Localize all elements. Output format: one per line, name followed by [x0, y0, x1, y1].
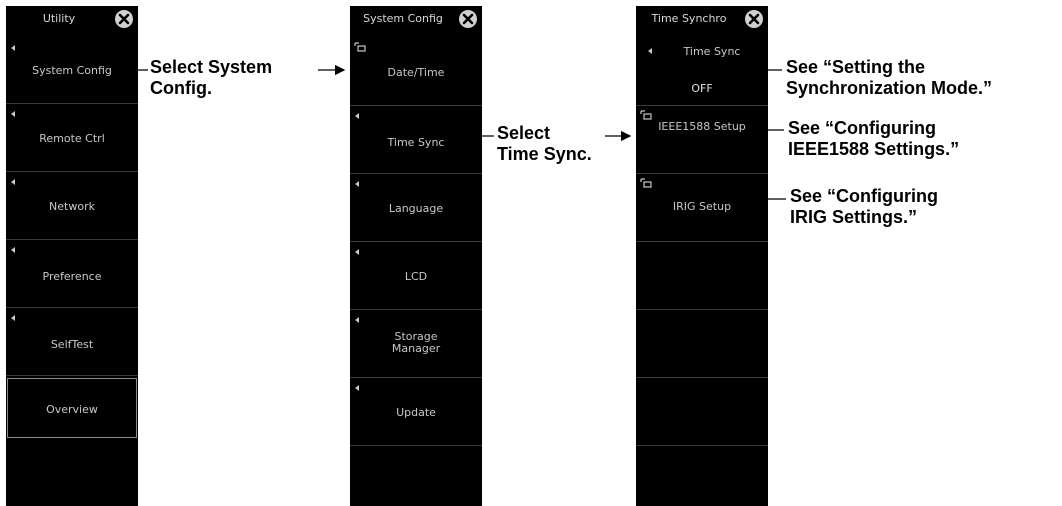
left-arrow-icon [11, 179, 15, 185]
menu-item-label: IRIG Setup [672, 200, 732, 213]
menu-item-update[interactable]: Update [350, 378, 482, 446]
callout-line: See “Setting the [786, 57, 926, 77]
menu-item-label: Network [49, 200, 95, 213]
system-config-panel: System Config Date/Time Time Sync Langua… [350, 6, 482, 506]
panel-title: Time Synchro [651, 12, 727, 25]
left-arrow-icon [11, 111, 15, 117]
menu-item-label: Time Sync [387, 136, 445, 149]
left-arrow-icon [11, 45, 15, 51]
menu-item-lcd[interactable]: LCD [350, 242, 482, 310]
menu-item-remote-ctrl[interactable]: Remote Ctrl [6, 104, 138, 172]
callout-irig: See “Configuring IRIG Settings.” [790, 186, 938, 228]
menu-item-label: System Config [32, 64, 112, 77]
callout-line: IEEE1588 Settings.” [788, 139, 960, 159]
left-arrow-icon [11, 247, 15, 253]
left-arrow-icon [355, 317, 359, 323]
menu-item-label: Time Sync [683, 45, 741, 58]
menu-item-label: Preference [42, 270, 102, 283]
callout-line: Config. [150, 78, 212, 98]
callout-select-system-config: Select System Config. [150, 57, 272, 99]
callout-sync-mode: See “Setting the Synchronization Mode.” [786, 57, 992, 99]
submenu-icon [640, 178, 652, 188]
callout-line: Synchronization Mode.” [786, 78, 993, 98]
menu-item-label: SelfTest [50, 338, 94, 351]
menu-item-label: IEEE1588 Setup [658, 120, 746, 133]
panel-title: System Config [363, 12, 443, 25]
menu-item-label: Remote Ctrl [39, 132, 105, 145]
menu-item-label-line2: Manager [391, 342, 441, 355]
menu-item-date-time[interactable]: Date/Time [350, 38, 482, 106]
left-arrow-icon [355, 249, 359, 255]
menu-item-system-config[interactable]: System Config [6, 38, 138, 104]
left-arrow-icon [355, 181, 359, 187]
menu-item-selftest[interactable]: SelfTest [6, 308, 138, 376]
menu-item-irig-setup[interactable]: IRIG Setup [636, 174, 768, 242]
menu-item-empty [636, 310, 768, 378]
panel-title: Utility [42, 12, 76, 25]
left-arrow-icon [355, 385, 359, 391]
callout-line: See “Configuring [788, 118, 936, 138]
menu-item-time-sync[interactable]: Time Sync [350, 106, 482, 174]
panel-header: System Config [350, 6, 482, 34]
left-arrow-icon [11, 315, 15, 321]
menu-item-storage-manager[interactable]: Storage Manager [350, 310, 482, 378]
panel-header: Utility [6, 6, 138, 34]
callout-line: Select [497, 123, 551, 143]
menu-item-label: Update [396, 406, 436, 419]
callout-line: Time Sync. [497, 144, 592, 164]
menu-item-time-sync-mode[interactable]: Time Sync OFF [636, 38, 768, 106]
callout-select-time-sync: Select Time Sync. [497, 123, 592, 165]
utility-panel: Utility System Config Remote Ctrl Networ… [6, 6, 138, 506]
menu-item-network[interactable]: Network [6, 172, 138, 240]
close-icon[interactable] [458, 9, 478, 29]
menu-item-label: LCD [404, 270, 428, 283]
submenu-icon [640, 110, 652, 120]
menu-item-label: Language [388, 202, 444, 215]
submenu-icon [354, 42, 366, 52]
time-sync-value: OFF [691, 82, 713, 95]
menu-item-label: Overview [46, 403, 98, 416]
menu-item-overview[interactable]: Overview [7, 378, 137, 438]
panel-header: Time Synchro [636, 6, 768, 34]
menu-item-label: Date/Time [387, 66, 445, 79]
left-arrow-icon [355, 113, 359, 119]
callout-line: IRIG Settings.” [790, 207, 918, 227]
callout-line: Select System [150, 57, 273, 77]
callout-ieee1588: See “Configuring IEEE1588 Settings.” [788, 118, 959, 160]
left-arrow-icon [648, 48, 652, 54]
callout-line: See “Configuring [790, 186, 938, 206]
menu-item-language[interactable]: Language [350, 174, 482, 242]
menu-item-ieee1588-setup[interactable]: IEEE1588 Setup [636, 106, 768, 174]
close-icon[interactable] [744, 9, 764, 29]
menu-item-preference[interactable]: Preference [6, 240, 138, 308]
time-sync-panel: Time Synchro Time Sync OFF IEEE1588 Setu… [636, 6, 768, 506]
close-icon[interactable] [114, 9, 134, 29]
menu-item-empty [636, 242, 768, 310]
menu-item-empty [636, 378, 768, 446]
